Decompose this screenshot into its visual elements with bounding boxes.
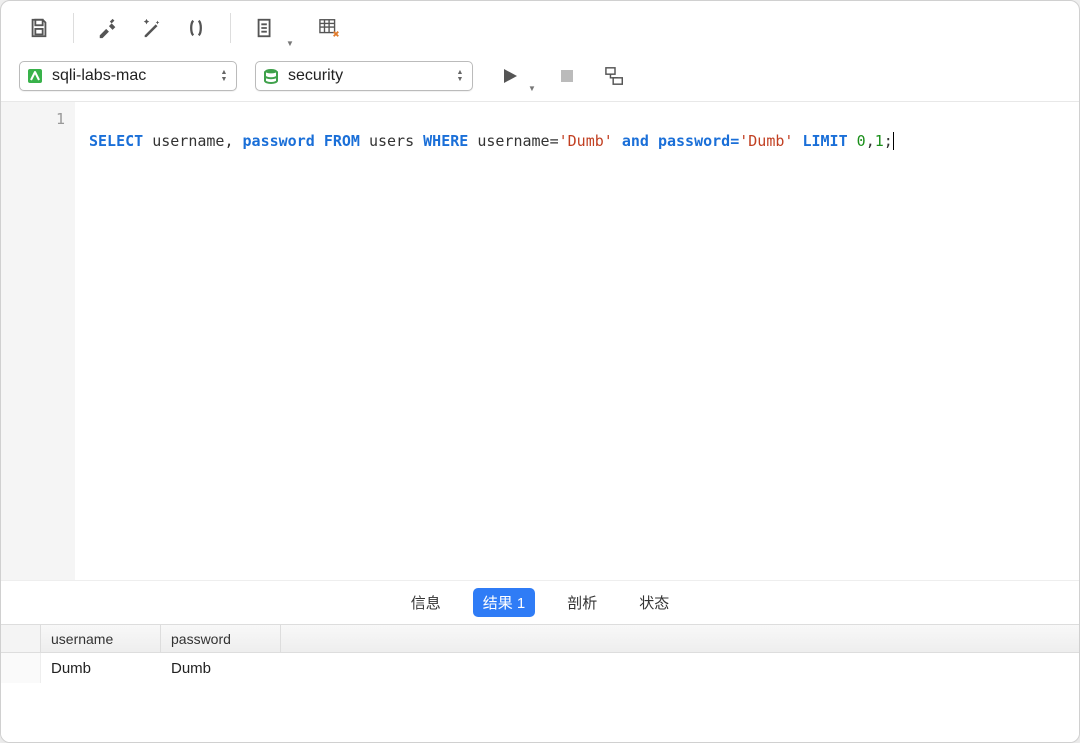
sql-keyword: LIMIT — [802, 132, 847, 150]
column-header[interactable]: username — [41, 625, 161, 652]
text-cursor — [893, 132, 894, 150]
sql-editor[interactable]: SELECT username, password FROM users WHE… — [75, 102, 1079, 580]
connection-dropdown[interactable]: sqli-labs-mac ▲▼ — [19, 61, 237, 91]
results-grid: username password Dumb Dumb — [1, 624, 1079, 742]
database-label: security — [288, 67, 446, 85]
connection-icon — [26, 67, 44, 85]
column-header[interactable]: password — [161, 625, 281, 652]
toolbar-divider — [230, 13, 231, 43]
sql-punct: ; — [884, 132, 893, 150]
create-query-icon[interactable] — [310, 8, 350, 48]
result-tabs: 信息 结果 1 剖析 状态 — [1, 580, 1079, 624]
explain-button[interactable] — [598, 59, 632, 93]
database-icon — [262, 67, 280, 85]
row-selector[interactable] — [1, 653, 41, 683]
sql-string: 'Dumb' — [739, 132, 793, 150]
sql-string: 'Dumb' — [559, 132, 613, 150]
toolbar-divider — [73, 13, 74, 43]
tab-result-1[interactable]: 结果 1 — [473, 588, 536, 617]
cell-username[interactable]: Dumb — [41, 653, 161, 683]
tab-info[interactable]: 信息 — [401, 588, 451, 617]
tab-status[interactable]: 状态 — [629, 588, 679, 617]
app-window: ▼ sqli-labs-mac ▲▼ security ▲▼ — [0, 0, 1080, 743]
sql-identifier: username, — [152, 132, 242, 150]
export-icon[interactable] — [245, 8, 285, 48]
magic-icon[interactable] — [132, 8, 172, 48]
connection-label: sqli-labs-mac — [52, 67, 210, 85]
sql-punct: , — [866, 132, 875, 150]
line-gutter: 1 — [1, 102, 75, 580]
save-icon[interactable] — [19, 8, 59, 48]
run-controls: ▼ — [493, 59, 632, 93]
dropdown-arrow-icon[interactable]: ▼ — [528, 84, 536, 93]
stop-button — [550, 59, 584, 93]
toolbar-second: sqli-labs-mac ▲▼ security ▲▼ ▼ — [1, 55, 1079, 101]
sql-keyword: SELECT — [89, 132, 143, 150]
updown-icon: ▲▼ — [454, 67, 466, 85]
parens-icon[interactable] — [176, 8, 216, 48]
toolbar-top: ▼ — [1, 1, 1079, 55]
sql-identifier: username= — [477, 132, 558, 150]
editor-area[interactable]: 1 SELECT username, password FROM users W… — [1, 101, 1079, 580]
sql-keyword: WHERE — [423, 132, 468, 150]
sql-number: 1 — [875, 132, 884, 150]
cell-password[interactable]: Dumb — [161, 653, 281, 683]
results-header-row: username password — [1, 625, 1079, 653]
line-number: 1 — [1, 108, 65, 130]
updown-icon: ▲▼ — [218, 67, 230, 85]
sql-number: 0 — [857, 132, 866, 150]
sql-keyword: password= — [658, 132, 739, 150]
hammer-icon[interactable] — [88, 8, 128, 48]
run-button[interactable] — [493, 59, 527, 93]
table-row[interactable]: Dumb Dumb — [1, 653, 1079, 683]
sql-identifier: users — [369, 132, 414, 150]
tab-profile[interactable]: 剖析 — [557, 588, 607, 617]
sql-keyword: FROM — [324, 132, 360, 150]
dropdown-arrow-icon[interactable]: ▼ — [286, 39, 294, 48]
row-selector-header[interactable] — [1, 625, 41, 652]
sql-keyword: and — [622, 132, 649, 150]
sql-keyword: password — [243, 132, 315, 150]
database-dropdown[interactable]: security ▲▼ — [255, 61, 473, 91]
